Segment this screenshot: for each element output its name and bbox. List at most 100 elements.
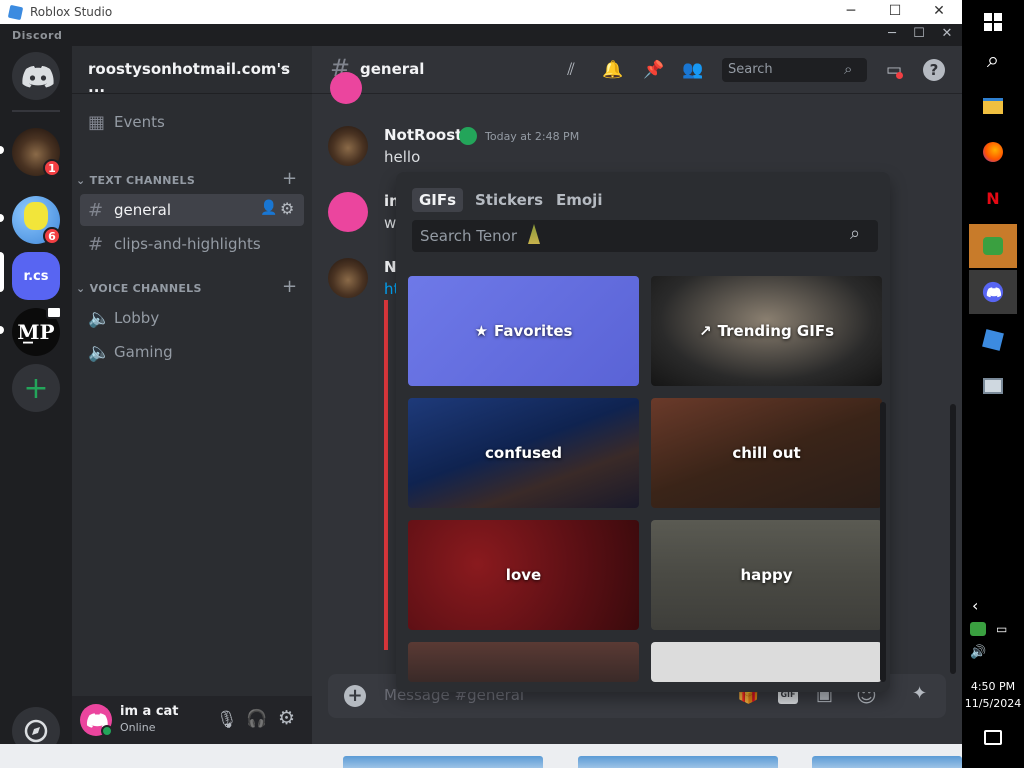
member-list-icon[interactable]: 👥: [682, 60, 704, 82]
chevron-down-icon: ⌄: [76, 282, 86, 295]
search-input[interactable]: Search ⌕: [722, 58, 867, 82]
roblox-studio-taskbar-button[interactable]: [969, 224, 1017, 268]
gif-category-love[interactable]: love: [408, 520, 639, 630]
hashtag-icon: #: [88, 234, 104, 255]
discord-close-button[interactable]: ✕: [935, 26, 959, 41]
online-status-dot: [101, 725, 113, 737]
tab-thumbnail[interactable]: [578, 756, 778, 768]
close-button[interactable]: ✕: [924, 3, 954, 19]
notification-bell-icon[interactable]: 🔔: [602, 60, 624, 82]
mention-badge: 1: [43, 159, 61, 177]
tab-emoji[interactable]: Emoji: [549, 188, 609, 212]
threads-icon[interactable]: ⫽: [560, 60, 582, 82]
gif-category-confused[interactable]: confused: [408, 398, 639, 508]
message-timestamp: Today at 2:48 PM: [485, 130, 580, 143]
calendar-icon: ▦: [88, 112, 106, 133]
voice-channel-lobby[interactable]: 🔈 Lobby: [80, 302, 304, 334]
chat-header: # general ⫽ 🔔 📌 👥 Search ⌕ ▭ ?: [312, 46, 962, 94]
username: im a cat: [120, 704, 179, 719]
attach-plus-button[interactable]: +: [344, 685, 366, 707]
avatar[interactable]: [328, 258, 368, 298]
roblox-studio-icon: [7, 4, 24, 21]
chevron-down-icon: ⌄: [278, 59, 290, 75]
events-label: Events: [114, 113, 165, 131]
minimize-button[interactable]: ─: [836, 3, 866, 19]
add-server-button[interactable]: +: [12, 364, 60, 412]
roblox-studio-titlebar: Roblox Studio ─ ☐ ✕: [0, 0, 962, 24]
headphones-icon[interactable]: 🎧: [246, 709, 267, 729]
help-icon[interactable]: ?: [923, 59, 945, 81]
mention-badge: 6: [43, 227, 61, 245]
network-icon[interactable]: ▭: [996, 622, 1007, 636]
tray-app-icon[interactable]: [970, 622, 986, 636]
app-window-icon[interactable]: [969, 364, 1017, 408]
avatar[interactable]: [330, 72, 362, 104]
embed-accent-bar: [384, 300, 388, 650]
invite-icon[interactable]: 👤: [260, 200, 277, 216]
direct-messages-button[interactable]: [12, 52, 60, 100]
category-voice-channels[interactable]: ⌄ VOICE CHANNELS: [76, 282, 202, 295]
discord-logo-icon: [22, 66, 54, 88]
channel-general[interactable]: # general 👤 ⚙: [80, 194, 304, 226]
chat-scrollbar[interactable]: [950, 404, 956, 674]
avatar[interactable]: [328, 192, 368, 232]
chevron-left-icon[interactable]: ‹: [972, 596, 978, 615]
discover-button[interactable]: [12, 707, 60, 744]
tab-gifs[interactable]: GIFs: [412, 188, 464, 212]
server-icon-mp[interactable]: M̲P: [12, 306, 62, 356]
inbox-icon[interactable]: ▭: [883, 60, 905, 82]
volume-icon[interactable]: 🔊: [970, 645, 986, 660]
taskbar-clock[interactable]: 4:50 PM 11/5/2024: [962, 678, 1024, 712]
gif-category-chill-out[interactable]: chill out: [651, 398, 882, 508]
verified-badge-icon: [459, 127, 477, 145]
unread-pill: [0, 326, 4, 334]
netflix-icon[interactable]: N: [969, 176, 1017, 220]
message-author[interactable]: N: [384, 258, 397, 276]
unread-pill: [0, 146, 4, 154]
speaker-icon: 🔈: [88, 308, 111, 329]
pin-icon[interactable]: 📌: [643, 60, 665, 82]
avatar[interactable]: [328, 126, 368, 166]
gif-picker-scrollbar[interactable]: [880, 402, 886, 682]
tab-thumbnail[interactable]: [343, 756, 543, 768]
server-icon-smiley[interactable]: 6: [12, 196, 61, 245]
discord-titlebar: Discord ─ ☐ ✕: [0, 24, 962, 46]
channel-clips-and-highlights[interactable]: # clips-and-highlights: [80, 228, 304, 260]
user-settings-gear-icon[interactable]: ⚙: [278, 707, 295, 729]
discord-taskbar-button[interactable]: [969, 270, 1017, 314]
tab-stickers[interactable]: Stickers: [468, 188, 550, 212]
file-explorer-icon[interactable]: [969, 84, 1017, 128]
microphone-icon[interactable]: 🎙: [216, 710, 238, 730]
category-text-channels[interactable]: ⌄ TEXT CHANNELS: [76, 174, 195, 187]
server-header[interactable]: roostysonhotmail.com's ... ⌄: [72, 46, 312, 96]
gif-category-favorites[interactable]: ★ Favorites: [408, 276, 639, 386]
roblox-icon[interactable]: [969, 318, 1017, 362]
server-icon-rcs[interactable]: r.cs: [12, 252, 60, 300]
create-channel-plus-icon[interactable]: +: [282, 168, 297, 189]
create-voice-channel-plus-icon[interactable]: +: [282, 276, 297, 297]
voice-channel-gaming[interactable]: 🔈 Gaming: [80, 336, 304, 368]
gif-picker: GIFs Stickers Emoji Search Tenor ⌕ ★ Favo…: [396, 172, 890, 692]
tab-thumbnail[interactable]: [812, 756, 962, 768]
firefox-icon[interactable]: [969, 130, 1017, 174]
discord-minimize-button[interactable]: ─: [880, 26, 904, 41]
gif-category-trending[interactable]: ↗ Trending GIFs: [651, 276, 882, 386]
search-placeholder: Search: [728, 62, 773, 77]
avatar[interactable]: [80, 704, 113, 737]
star-icon: ★: [474, 322, 489, 340]
apps-icon[interactable]: ✦: [912, 683, 927, 704]
search-icon[interactable]: ⌕: [969, 38, 1017, 82]
search-icon: ⌕: [850, 223, 861, 244]
message-text: w: [384, 214, 397, 232]
discord-maximize-button[interactable]: ☐: [907, 26, 931, 41]
gif-search-input[interactable]: Search Tenor ⌕: [412, 220, 878, 252]
gear-icon[interactable]: ⚙: [280, 199, 294, 218]
events-item[interactable]: ▦ Events: [80, 106, 304, 138]
maximize-button[interactable]: ☐: [880, 3, 910, 19]
server-icon-cat[interactable]: 1: [12, 128, 61, 177]
notifications-icon[interactable]: [984, 730, 1002, 745]
message-author[interactable]: NotRoosti: [384, 126, 467, 144]
gif-category-partial[interactable]: [651, 642, 882, 682]
gif-category-partial[interactable]: [408, 642, 639, 682]
gif-category-happy[interactable]: happy: [651, 520, 882, 630]
